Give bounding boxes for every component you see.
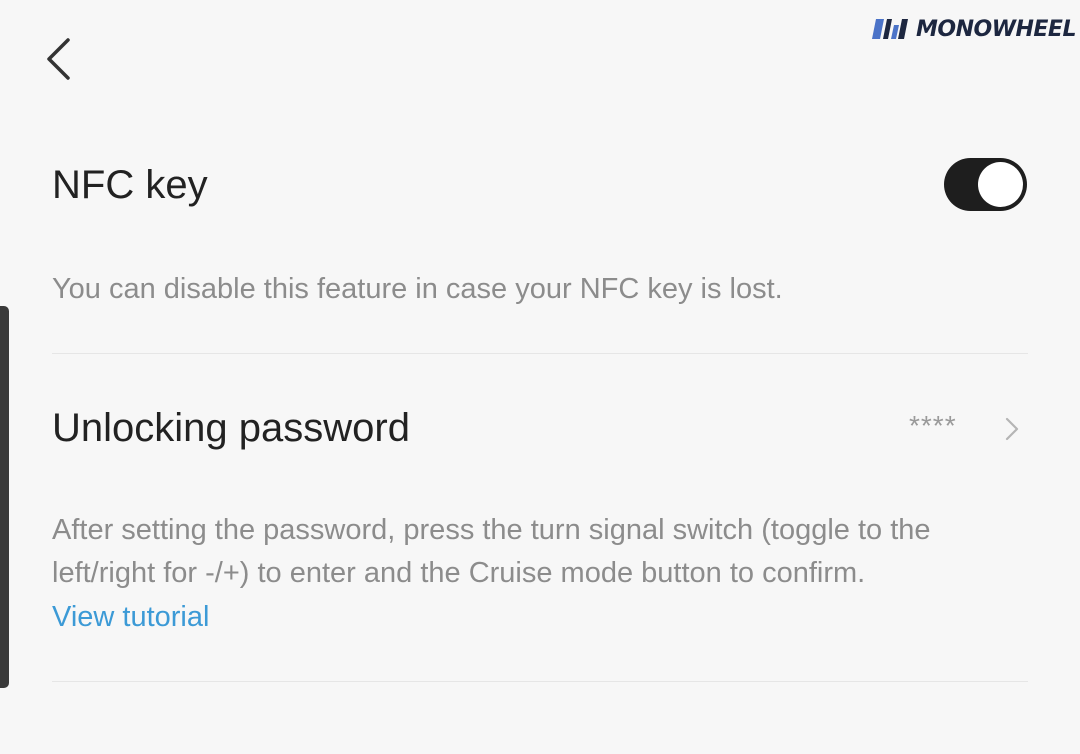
chevron-right-icon[interactable] [1004,415,1020,443]
unlocking-password-description: After setting the password, press the tu… [52,514,931,589]
unlocking-password-title[interactable]: Unlocking password [52,406,410,451]
nfc-key-description: You can disable this feature in case you… [52,273,783,305]
nfc-key-title: NFC key [52,163,208,207]
password-value[interactable]: **** [909,410,957,442]
back-button[interactable] [40,34,80,84]
brand-logo: MONOWHEEL [872,14,1076,44]
logo-wordmark: MONOWHEEL [916,16,1076,42]
side-edge-handle [0,306,9,688]
nfc-key-toggle[interactable] [944,158,1027,211]
monowheel-logo-icon [872,19,908,39]
toggle-knob [978,162,1023,207]
chevron-left-icon [47,38,70,80]
divider [52,353,1028,354]
settings-screen: MONOWHEEL NFC key You can disable this f… [0,0,1080,754]
view-tutorial-link[interactable]: View tutorial [52,596,209,639]
divider [52,681,1028,682]
